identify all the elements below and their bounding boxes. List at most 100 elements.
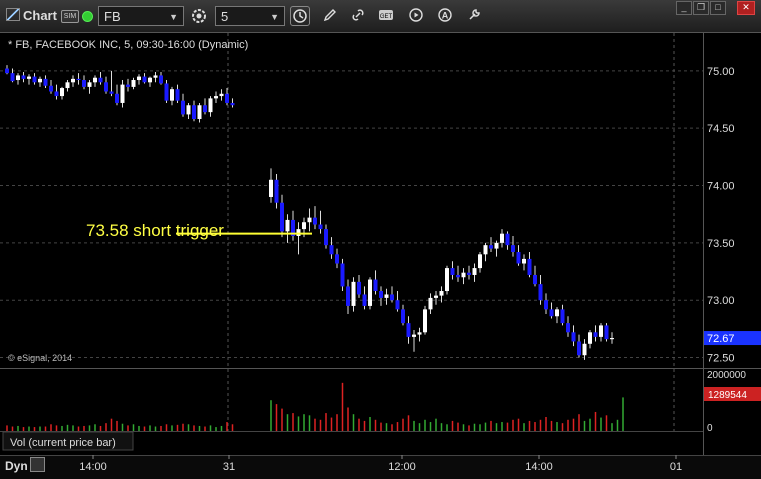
volume-legend: Vol (current price bar) — [10, 437, 116, 449]
alert-icon: A — [438, 8, 452, 22]
candle-body — [313, 217, 317, 225]
sim-badge[interactable]: SIM — [61, 10, 79, 23]
candle-body — [604, 325, 609, 340]
settings-button[interactable] — [464, 6, 484, 26]
volume-bar — [605, 415, 608, 431]
volume-bar — [231, 424, 234, 431]
link-icon — [352, 9, 364, 21]
get-data-button[interactable]: GET — [376, 6, 396, 26]
volume-bar — [127, 425, 129, 431]
volume-bar — [66, 424, 69, 431]
candle-body — [456, 274, 460, 278]
candle-body — [186, 105, 191, 115]
price-chart[interactable]: * FB, FACEBOOK INC, 5, 09:30-16:00 (Dyna… — [0, 33, 761, 369]
chevron-down-icon[interactable]: ▼ — [270, 7, 279, 27]
play-button[interactable] — [406, 6, 426, 26]
volume-bar — [160, 425, 162, 431]
candle-body — [120, 84, 125, 103]
candle-body — [219, 93, 224, 97]
volume-bar — [132, 424, 135, 431]
volume-bar — [369, 417, 371, 431]
trigger-annotation[interactable]: 73.58 short trigger — [86, 221, 224, 240]
volume-bar — [209, 425, 212, 431]
volume-bar — [380, 422, 382, 431]
volume-chart[interactable]: Vol (current price bar) 2000000 0 128954… — [0, 369, 761, 455]
volume-bar — [171, 425, 173, 431]
volume-bar — [143, 426, 146, 431]
candle-body — [208, 98, 213, 113]
candle-body — [483, 245, 488, 255]
link-button[interactable] — [348, 6, 368, 26]
symbol-input[interactable]: FB ▼ — [98, 6, 184, 26]
candle-body — [181, 100, 185, 115]
restore-button[interactable]: ❐ — [693, 1, 709, 15]
volume-bar — [385, 423, 388, 431]
volume-bar — [561, 423, 564, 431]
candle-body — [439, 291, 444, 296]
volume-bar — [589, 418, 591, 431]
alert-button[interactable]: A — [435, 6, 455, 26]
volume-bar — [451, 420, 454, 431]
gear-icon — [192, 9, 206, 23]
volume-bar — [292, 413, 294, 431]
volume-bar — [22, 427, 25, 431]
volume-bar — [28, 426, 30, 431]
x-axis: 14:00 31 12:00 14:00 01 — [79, 455, 682, 473]
candle-body — [192, 105, 196, 120]
volume-bar — [374, 419, 377, 431]
candle-body — [27, 76, 31, 79]
candle-body — [560, 309, 565, 324]
candle-body — [571, 332, 576, 342]
svg-text:A: A — [442, 11, 449, 21]
candle-body — [384, 294, 389, 298]
volume-bar — [396, 422, 399, 431]
y-tick-label: 73.00 — [707, 295, 735, 307]
candle-body — [307, 217, 312, 223]
candle-body — [115, 93, 119, 103]
minimize-button[interactable]: _ — [676, 1, 692, 15]
candle-body — [38, 78, 42, 83]
candle-body — [511, 245, 515, 253]
svg-text:GET: GET — [380, 14, 393, 20]
volume-bar — [330, 417, 333, 431]
draw-tool-button[interactable] — [320, 6, 340, 26]
candle-body — [49, 85, 53, 92]
pencil-icon — [323, 9, 336, 22]
candle-body — [533, 274, 537, 285]
candle-body — [346, 286, 350, 306]
close-button[interactable]: ✕ — [737, 1, 755, 15]
time-button[interactable] — [290, 6, 310, 26]
candle-body — [566, 323, 570, 333]
volume-bar — [468, 425, 470, 431]
volume-bars — [6, 382, 624, 431]
volume-bar — [314, 418, 316, 431]
candle-body — [549, 309, 554, 317]
volume-bar — [402, 418, 404, 431]
volume-bar — [55, 425, 58, 431]
volume-bar — [105, 423, 107, 431]
volume-bar — [341, 382, 344, 431]
volume-bar — [528, 420, 531, 431]
candle-body — [16, 75, 20, 81]
volume-bar — [578, 414, 580, 431]
maximize-button[interactable]: □ — [710, 1, 726, 15]
refresh-gear-button[interactable] — [189, 6, 209, 26]
candle-body — [285, 219, 290, 232]
volume-bar — [363, 420, 366, 431]
volume-bar — [517, 418, 520, 431]
candle-body — [170, 89, 174, 101]
volume-bar — [484, 422, 487, 431]
chevron-down-icon[interactable]: ▼ — [169, 7, 178, 27]
candle-body — [203, 105, 207, 113]
candle-body — [335, 254, 339, 264]
symbol-value: FB — [104, 9, 121, 24]
candle-body — [230, 102, 235, 106]
volume-bar — [281, 408, 283, 431]
candle-body — [500, 233, 504, 243]
volume-bar — [50, 424, 52, 431]
interval-input[interactable]: 5 ▼ — [215, 6, 285, 26]
candle-body — [588, 332, 592, 344]
candle-body — [423, 309, 427, 333]
volume-bar — [539, 419, 542, 431]
volume-bar — [39, 426, 41, 431]
